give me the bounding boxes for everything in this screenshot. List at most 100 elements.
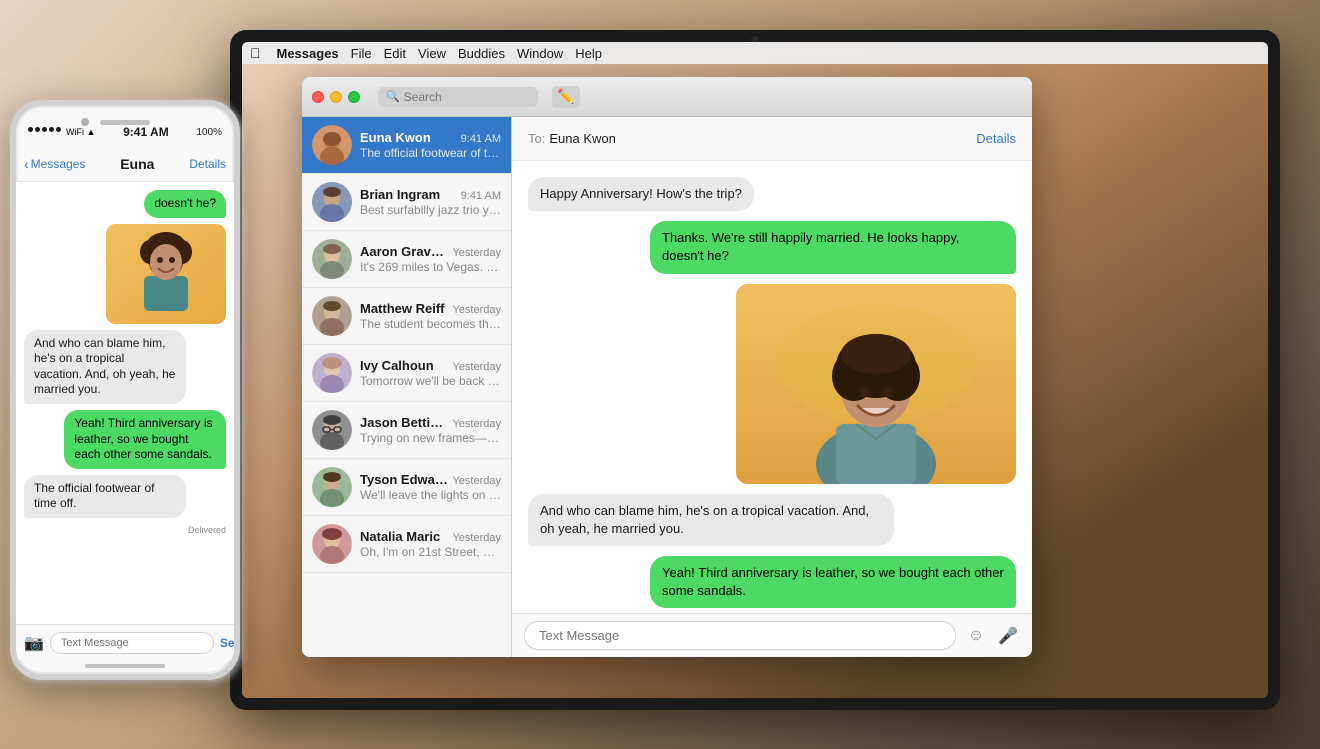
iphone-message-row: And who can blame him, he's on a tropica… xyxy=(24,330,226,404)
message-row: And who can blame him, he's on a tropica… xyxy=(528,494,1016,546)
iphone-battery: 100% xyxy=(196,127,222,138)
conv-preview: Tomorrow we'll be back in your neighborh… xyxy=(360,374,501,388)
conv-time: Yesterday xyxy=(452,304,501,316)
signal-bars: WiFi ▲ xyxy=(28,127,95,137)
conv-time: 9:41 AM xyxy=(461,133,501,145)
conv-preview: It's 269 miles to Vegas. We've got a ful… xyxy=(360,260,501,274)
avatar-tyson xyxy=(312,467,352,507)
conv-name: Aaron Grave… xyxy=(360,244,448,259)
conv-preview: Oh, I'm on 21st Street, not 21st Avenue. xyxy=(360,545,501,559)
conv-preview: The official footwear of time off. xyxy=(360,146,501,160)
message-input[interactable] xyxy=(524,621,956,650)
iphone-home-bar xyxy=(85,664,165,668)
chat-details-button[interactable]: Details xyxy=(976,131,1016,146)
iphone-message-row: Yeah! Third anniversary is leather, so w… xyxy=(24,410,226,469)
avatar-matthew xyxy=(312,296,352,336)
iphone-message-row: doesn't he? xyxy=(24,190,226,218)
chat-to-label: To: xyxy=(528,131,545,146)
conv-time: Yesterday xyxy=(452,361,501,373)
conversation-item-aaron[interactable]: Aaron Grave… Yesterday It's 269 miles to… xyxy=(302,231,511,288)
conversation-item-jason[interactable]: Jason Bettin… Yesterday Trying on new fr… xyxy=(302,402,511,459)
conv-time: Yesterday xyxy=(452,475,501,487)
iphone-input-area: 📷 Send xyxy=(16,624,234,660)
message-row: Thanks. We're still happily married. He … xyxy=(528,221,1016,273)
iphone-speaker xyxy=(100,120,150,125)
avatar-euna xyxy=(312,125,352,165)
message-image xyxy=(736,284,1016,484)
iphone-back-button[interactable]: ‹ Messages xyxy=(24,156,85,172)
avatar-brian xyxy=(312,182,352,222)
iphone-delivered-status: Delivered xyxy=(24,525,226,535)
avatar-aaron xyxy=(312,239,352,279)
iphone-messages-list: doesn't he? xyxy=(16,182,234,624)
conv-time: Yesterday xyxy=(452,532,501,544)
iphone-message-row xyxy=(24,224,226,324)
message-bubble: Yeah! Third anniversary is leather, so w… xyxy=(650,556,1016,608)
conv-preview: Best surfabilly jazz trio you've ever he… xyxy=(360,203,501,217)
compose-button[interactable]: ✏️ xyxy=(552,86,580,108)
emoji-button[interactable]: ☺ xyxy=(964,624,988,648)
window-minimize-button[interactable] xyxy=(330,91,342,103)
iphone-message-input[interactable] xyxy=(50,632,214,654)
microphone-button[interactable]: 🎤 xyxy=(996,624,1020,648)
search-bar[interactable]: 🔍 xyxy=(378,87,538,107)
iphone-time: 9:41 AM xyxy=(123,125,169,139)
conversation-item-natalia[interactable]: Natalia Maric Yesterday Oh, I'm on 21st … xyxy=(302,516,511,573)
message-bubble: Happy Anniversary! How's the trip? xyxy=(528,177,754,211)
menubar-file[interactable]: File xyxy=(351,46,372,61)
window-titlebar: 🔍 ✏️ xyxy=(302,77,1032,117)
iphone-message-bubble: The official footwear of time off. xyxy=(24,475,186,518)
iphone-device: WiFi ▲ 9:41 AM 100% ‹ Messages Euna Deta… xyxy=(10,100,240,680)
iphone-chat-title: Euna xyxy=(85,156,189,172)
conv-name: Brian Ingram xyxy=(360,187,440,202)
message-row xyxy=(528,284,1016,484)
conv-time: Yesterday xyxy=(452,247,501,259)
menubar-help[interactable]: Help xyxy=(575,46,602,61)
conv-preview: The student becomes the teacher. And vic… xyxy=(360,317,501,331)
window-maximize-button[interactable] xyxy=(348,91,360,103)
mac-menubar:  Messages File Edit View Buddies Window… xyxy=(242,42,1268,64)
message-bubble: And who can blame him, he's on a tropica… xyxy=(528,494,894,546)
menubar-edit[interactable]: Edit xyxy=(384,46,406,61)
menubar-view[interactable]: View xyxy=(418,46,446,61)
conv-name: Euna Kwon xyxy=(360,130,431,145)
iphone-details-button[interactable]: Details xyxy=(189,157,226,171)
conversation-list: Euna Kwon 9:41 AM The official footwear … xyxy=(302,117,512,657)
conversation-item-brian[interactable]: Brian Ingram 9:41 AM Best surfabilly jaz… xyxy=(302,174,511,231)
apple-menu-icon[interactable]:  xyxy=(250,45,261,61)
menubar-window[interactable]: Window xyxy=(517,46,563,61)
conv-name: Tyson Edwar… xyxy=(360,472,448,487)
avatar-natalia xyxy=(312,524,352,564)
messages-app-window: 🔍 ✏️ xyxy=(302,77,1032,657)
iphone-send-button[interactable]: Send xyxy=(220,636,240,650)
conversation-item-ivy[interactable]: Ivy Calhoun Yesterday Tomorrow we'll be … xyxy=(302,345,511,402)
iphone-status-bar: WiFi ▲ 9:41 AM 100% xyxy=(16,110,234,146)
iphone-navigation: ‹ Messages Euna Details xyxy=(16,146,234,182)
iphone-message-bubble: Yeah! Third anniversary is leather, so w… xyxy=(64,410,226,469)
window-close-button[interactable] xyxy=(312,91,324,103)
search-input[interactable] xyxy=(404,90,530,104)
chat-header: To: Euna Kwon Details xyxy=(512,117,1032,161)
conv-time: Yesterday xyxy=(452,418,501,430)
macbook-screen:  Messages File Edit View Buddies Window… xyxy=(230,30,1280,710)
chat-input-area: ☺ 🎤 xyxy=(512,613,1032,657)
menubar-buddies[interactable]: Buddies xyxy=(458,46,505,61)
conv-preview: Trying on new frames—what do you think o… xyxy=(360,431,501,445)
conv-name: Ivy Calhoun xyxy=(360,358,434,373)
compose-icon: ✏️ xyxy=(557,88,574,105)
conv-name: Matthew Reiff xyxy=(360,301,445,316)
iphone-message-bubble: And who can blame him, he's on a tropica… xyxy=(24,330,186,404)
avatar-jason xyxy=(312,410,352,450)
conversation-item-tyson[interactable]: Tyson Edwar… Yesterday We'll leave the l… xyxy=(302,459,511,516)
macbook-device:  Messages File Edit View Buddies Window… xyxy=(230,30,1280,730)
message-row: Yeah! Third anniversary is leather, so w… xyxy=(528,556,1016,608)
window-content: Euna Kwon 9:41 AM The official footwear … xyxy=(302,117,1032,657)
iphone-message-bubble: doesn't he? xyxy=(144,190,226,218)
menubar-messages[interactable]: Messages xyxy=(277,46,339,61)
conv-name: Natalia Maric xyxy=(360,529,440,544)
conversation-item-euna[interactable]: Euna Kwon 9:41 AM The official footwear … xyxy=(302,117,511,174)
chat-messages: Happy Anniversary! How's the trip? Thank… xyxy=(512,161,1032,613)
iphone-camera-icon[interactable]: 📷 xyxy=(24,633,44,653)
conversation-item-matthew[interactable]: Matthew Reiff Yesterday The student beco… xyxy=(302,288,511,345)
message-bubble: Thanks. We're still happily married. He … xyxy=(650,221,1016,273)
